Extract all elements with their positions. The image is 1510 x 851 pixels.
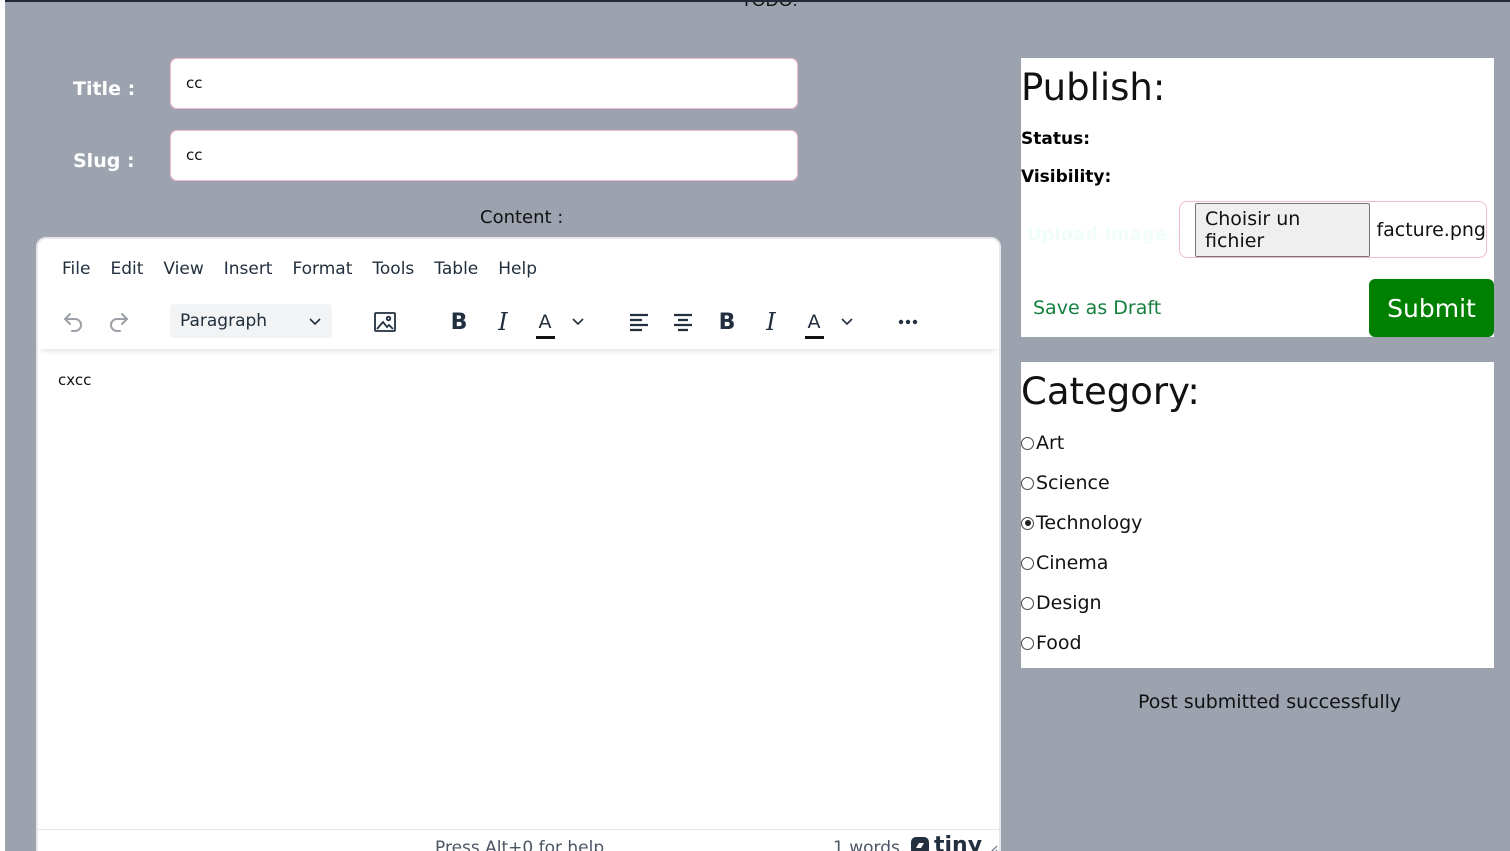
menu-tools[interactable]: Tools (362, 251, 424, 291)
category-panel: Category: Art Science Technology Cinema … (1021, 362, 1494, 668)
block-format-value: Paragraph (180, 311, 268, 331)
menu-file[interactable]: File (52, 251, 100, 291)
save-draft-button[interactable]: Save as Draft (1033, 297, 1161, 319)
page-background: TODO: Title : cc Slug : cc Content : Fil… (5, 0, 1510, 851)
category-option-technology[interactable]: Technology (1021, 512, 1142, 534)
slug-input[interactable]: cc (170, 130, 798, 181)
upload-image-label: Upload Image : (1027, 224, 1181, 245)
menu-view[interactable]: View (153, 251, 213, 291)
title-input[interactable]: cc (170, 58, 798, 109)
success-message: Post submitted successfully (1138, 691, 1402, 713)
radio-cinema[interactable] (1021, 556, 1034, 570)
category-option-science[interactable]: Science (1021, 472, 1110, 494)
italic-icon[interactable]: I (754, 305, 788, 339)
file-name: facture.png (1376, 218, 1486, 241)
editor-content-area[interactable]: cxcc (58, 371, 91, 389)
image-icon[interactable] (368, 305, 402, 339)
menu-edit[interactable]: Edit (100, 251, 153, 291)
align-left-icon[interactable] (622, 305, 656, 339)
rich-text-editor: File Edit View Insert Format Tools Table… (36, 237, 1001, 851)
resize-handle-icon[interactable] (986, 842, 998, 851)
tiny-icon (911, 836, 929, 851)
slug-label: Slug : (73, 150, 135, 172)
chevron-down-icon[interactable] (839, 313, 855, 329)
more-icon[interactable] (891, 305, 925, 339)
text-color-icon[interactable]: A (797, 305, 831, 339)
menu-insert[interactable]: Insert (214, 251, 283, 291)
submit-button[interactable]: Submit (1369, 279, 1494, 337)
tiny-logo[interactable]: tiny (910, 833, 982, 851)
bold-icon[interactable]: B (442, 305, 476, 339)
category-option-art[interactable]: Art (1021, 432, 1064, 454)
category-option-cinema[interactable]: Cinema (1021, 552, 1108, 574)
undo-icon[interactable] (56, 305, 90, 339)
radio-art[interactable] (1021, 436, 1034, 450)
menu-help[interactable]: Help (488, 251, 547, 291)
content-label: Content : (480, 207, 564, 228)
chevron-down-icon[interactable] (570, 313, 586, 329)
word-count[interactable]: 1 words (833, 838, 900, 851)
radio-food[interactable] (1021, 636, 1034, 650)
block-format-select[interactable]: Paragraph (170, 304, 332, 338)
publish-heading: Publish: (1021, 66, 1166, 109)
italic-icon[interactable]: I (486, 305, 520, 339)
radio-design[interactable] (1021, 596, 1034, 610)
status-label: Status: (1021, 129, 1090, 149)
editor-menubar: File Edit View Insert Format Tools Table… (38, 251, 547, 291)
title-label: Title : (73, 78, 136, 100)
align-center-icon[interactable] (666, 305, 700, 339)
category-option-design[interactable]: Design (1021, 592, 1102, 614)
help-hint: Press Alt+0 for help (435, 838, 605, 851)
menu-table[interactable]: Table (424, 251, 488, 291)
bold-icon[interactable]: B (710, 305, 744, 339)
radio-science[interactable] (1021, 476, 1034, 490)
visibility-label: Visibility: (1021, 167, 1112, 187)
text-color-icon[interactable]: A (528, 305, 562, 339)
editor-toolbar: Paragraph B I A B I A (38, 299, 999, 349)
category-option-food[interactable]: Food (1021, 632, 1082, 654)
menu-format[interactable]: Format (282, 251, 362, 291)
todo-header: TODO: (741, 0, 798, 10)
choose-file-button[interactable]: Choisir un fichier (1195, 202, 1371, 257)
publish-panel: Publish: Status: Visibility: Upload Imag… (1021, 58, 1494, 337)
category-heading: Category: (1021, 370, 1200, 413)
chevron-down-icon (309, 318, 321, 326)
file-upload-field: Choisir un fichier facture.png (1179, 201, 1487, 258)
editor-statusbar: Press Alt+0 for help 1 words tiny (38, 829, 999, 851)
radio-technology[interactable] (1021, 516, 1034, 530)
redo-icon[interactable] (102, 305, 136, 339)
